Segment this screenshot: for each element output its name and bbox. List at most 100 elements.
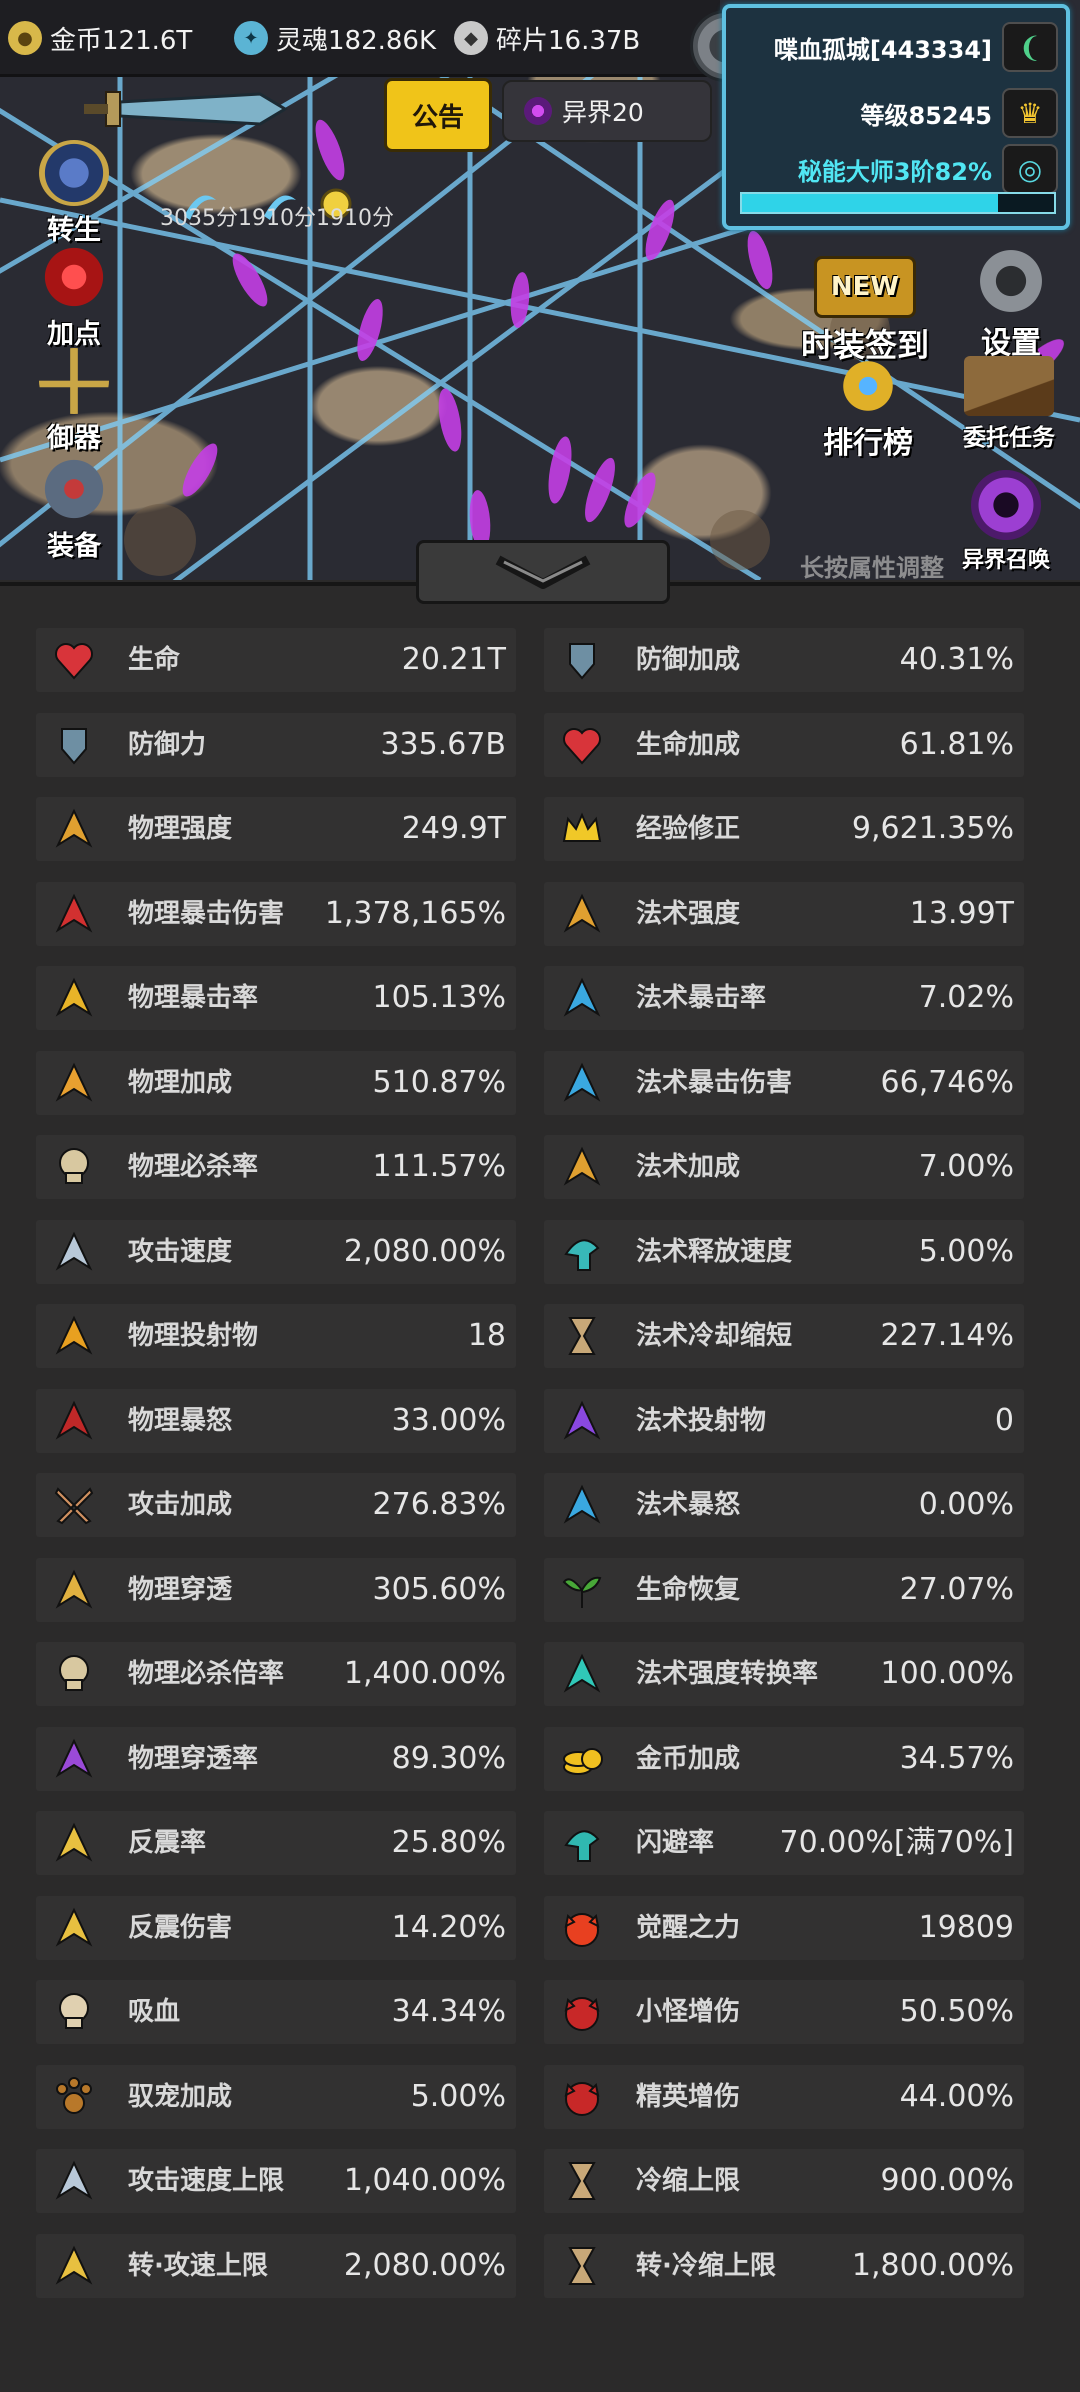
stat-row[interactable]: 攻击速度上限 1,040.00% (36, 2149, 516, 2213)
stat-row[interactable]: 物理必杀倍率 1,400.00% (36, 1642, 516, 1706)
stat-row[interactable]: 法术暴击率 7.02% (544, 966, 1024, 1030)
stat-row[interactable]: 金币加成 34.57% (544, 1726, 1024, 1791)
soul-amount: 灵魂182.86K (276, 25, 437, 56)
weapon-control-button[interactable]: 御器 (24, 348, 124, 455)
stat-value: 2,080.00% (343, 2247, 506, 2283)
equipment-button[interactable]: 装备 (24, 456, 124, 563)
stat-row[interactable]: 吸血 34.34% (36, 1980, 516, 2044)
stat-value: 2,080.00% (343, 1233, 506, 1269)
stat-row[interactable]: 精英增伤 44.00% (544, 2064, 1024, 2129)
stat-row[interactable]: 防御加成 40.31% (544, 628, 1024, 692)
stat-label: 攻击速度 (128, 1236, 233, 1267)
stat-row[interactable]: 冷缩上限 900.00% (544, 2149, 1024, 2213)
stat-value: 7.00% (918, 1149, 1014, 1184)
stat-row[interactable]: 攻击速度 2,080.00% (36, 1219, 516, 1284)
costume-signin-button[interactable]: NEW 时装签到 (790, 256, 940, 366)
stat-value: 50.50% (899, 1994, 1014, 2029)
rank-progress-fill (742, 194, 998, 212)
stat-row[interactable]: 物理强度 249.9T (36, 797, 516, 861)
stat-row[interactable]: 法术投射物 0 (544, 1388, 1024, 1453)
stat-row[interactable]: 小怪增伤 50.50% (544, 1980, 1024, 2044)
stat-row[interactable]: 物理暴击率 105.13% (36, 966, 516, 1030)
notice-button[interactable]: 公告 (384, 78, 492, 152)
crown-icon[interactable]: ♛ (1002, 88, 1058, 138)
stat-value: 25.80% (391, 1825, 506, 1860)
stat-label: 生命 (128, 645, 181, 675)
stat-label: 法术强度 (636, 898, 741, 929)
realm-button[interactable]: 异界20 (502, 80, 712, 142)
ranking-button[interactable]: 排行榜 (808, 356, 928, 462)
magic-rage-icon (556, 1479, 608, 1531)
stat-label: 吸血 (128, 1997, 181, 2027)
rebirth-button[interactable]: 转生 (24, 140, 124, 247)
armor-icon (39, 456, 109, 522)
stat-value: 34.34% (391, 1994, 506, 2029)
gold-resource: ● 金币121.6T (8, 18, 192, 58)
stat-row[interactable]: 经验修正 9,621.35% (544, 797, 1024, 861)
ranking-label: 排行榜 (823, 426, 913, 461)
stat-label: 经验修正 (636, 814, 741, 844)
guild-emblem-icon[interactable]: ❨ (1002, 22, 1058, 72)
gold-coin-icon: ● (8, 21, 42, 55)
stat-row[interactable]: 法术暴击伤害 66,746% (544, 1050, 1024, 1115)
resource-bar: ● 金币121.6T ✦ 灵魂182.86K ◆ 碎片16.37B (0, 0, 720, 77)
stat-row[interactable]: 法术释放速度 5.00% (544, 1219, 1024, 1284)
stat-value: 89.30% (391, 1740, 506, 1776)
stat-row[interactable]: 闪避率 70.00%[满70%] (544, 1811, 1024, 1875)
add-points-button[interactable]: 加点 (24, 244, 124, 351)
stat-row[interactable]: 转·攻速上限 2,080.00% (36, 2233, 516, 2298)
stat-label: 法术暴怒 (636, 1490, 741, 1520)
sword-icon (39, 348, 109, 414)
stat-row[interactable]: 法术强度转换率 100.00% (544, 1642, 1024, 1706)
vortex-icon (971, 470, 1041, 540)
stat-row[interactable]: 物理暴击伤害 1,378,165% (36, 881, 516, 946)
stat-row[interactable]: 物理穿透 305.60% (36, 1557, 516, 1622)
hourglass-icon (556, 1310, 608, 1362)
swirl-icon[interactable]: ◎ (1002, 144, 1058, 194)
heart-plus-icon (556, 719, 608, 771)
soul-resource: ✦ 灵魂182.86K (234, 18, 436, 58)
realm-summon-label: 异界召唤 (961, 548, 1050, 573)
sword-weapon-icon[interactable] (80, 86, 290, 132)
stat-value: 44.00% (899, 2078, 1014, 2114)
stat-row[interactable]: 法术暴怒 0.00% (544, 1473, 1024, 1537)
stat-row[interactable]: 生命 20.21T (36, 628, 516, 692)
stat-row[interactable]: 攻击加成 276.83% (36, 1473, 516, 1537)
stat-row[interactable]: 法术加成 7.00% (544, 1135, 1024, 1199)
elite-icon (556, 2071, 608, 2123)
dodge-icon (556, 1817, 608, 1869)
stat-value: 0.00% (918, 1487, 1014, 1522)
player-info-panel[interactable]: 喋血孤城[443334] ❨ 等级85245 ♛ 秘能大师3阶82% ◎ (722, 4, 1070, 230)
stat-row[interactable]: 觉醒之力 19809 (544, 1895, 1024, 1960)
stat-label: 驭宠加成 (128, 2081, 233, 2112)
collapse-panel-button[interactable] (416, 540, 670, 604)
trophy-icon (835, 356, 901, 416)
stat-row[interactable]: 物理暴怒 33.00% (36, 1388, 516, 1453)
sprout-icon (556, 1564, 608, 1616)
stat-row[interactable]: 转·冷缩上限 1,800.00% (544, 2233, 1024, 2298)
commission-button[interactable]: 委托任务 (944, 356, 1074, 452)
stat-row[interactable]: 法术强度 13.99T (544, 881, 1024, 946)
stat-row[interactable]: 生命加成 61.81% (544, 712, 1024, 777)
settings-button[interactable]: 设置 (956, 246, 1066, 362)
stat-row[interactable]: 法术冷却缩短 227.14% (544, 1304, 1024, 1368)
magic-crit-rate-icon (556, 972, 608, 1024)
stat-row[interactable]: 物理穿透率 89.30% (36, 1726, 516, 1791)
paw-icon (48, 2071, 100, 2123)
stat-row[interactable]: 驭宠加成 5.00% (36, 2064, 516, 2129)
stat-value: 70.00%[满70%] (779, 1825, 1014, 1860)
stat-value: 100.00% (880, 1656, 1014, 1691)
stat-value: 19809 (918, 1909, 1014, 1945)
stat-row[interactable]: 防御力 335.67B (36, 712, 516, 777)
stat-value: 9,621.35% (851, 811, 1014, 846)
stat-row[interactable]: 反震率 25.80% (36, 1811, 516, 1875)
stat-label: 物理加成 (128, 1067, 233, 1098)
cooldown-cap-plus-icon (556, 2240, 608, 2292)
stat-value: 18 (467, 1318, 506, 1353)
stat-row[interactable]: 生命恢复 27.07% (544, 1557, 1024, 1622)
realm-summon-button[interactable]: 异界召唤 (946, 470, 1066, 574)
stat-row[interactable]: 物理必杀率 111.57% (36, 1135, 516, 1199)
stat-row[interactable]: 反震伤害 14.20% (36, 1895, 516, 1960)
stat-row[interactable]: 物理加成 510.87% (36, 1050, 516, 1115)
stat-row[interactable]: 物理投射物 18 (36, 1304, 516, 1368)
